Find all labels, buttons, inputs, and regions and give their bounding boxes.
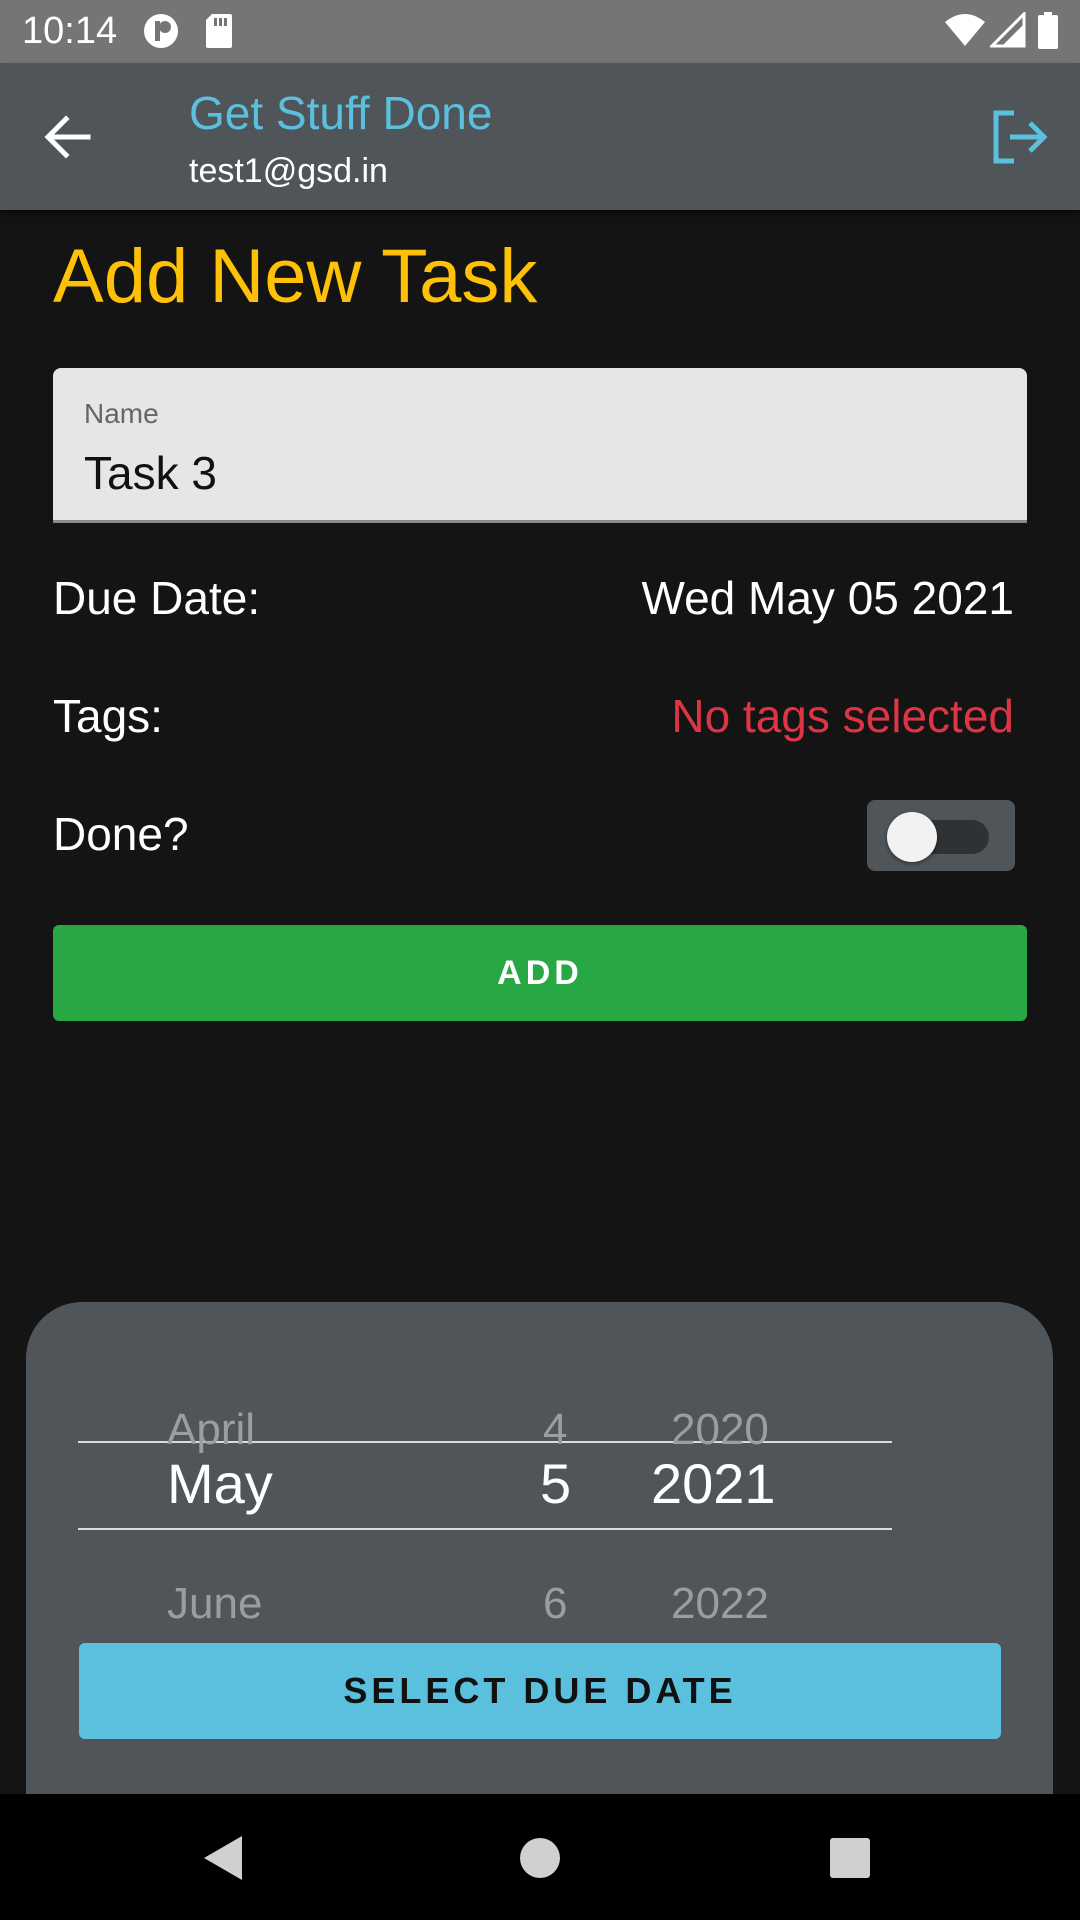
picker-divider-bottom [78,1528,892,1530]
due-date-value[interactable]: Wed May 05 2021 [642,570,1015,626]
status-time: 10:14 [22,10,118,52]
back-button[interactable] [34,103,102,171]
notification-icon [142,12,180,55]
picker-month-prev[interactable]: April [167,1400,255,1460]
name-value[interactable]: Task 3 [84,446,217,500]
signal-icon [988,10,1026,53]
picker-day-next[interactable]: 6 [543,1574,567,1634]
logout-button[interactable] [986,103,1054,171]
sd-card-icon [204,12,234,55]
picker-year-prev[interactable]: 2020 [671,1400,769,1460]
nav-home-button[interactable] [506,1824,574,1892]
circle-home-icon [520,1838,560,1878]
toggle-knob [887,812,937,862]
screen: 10:14 Get Stuff Done test1@gsd.in Add Ne… [0,0,1080,1920]
logout-icon [993,110,1048,164]
name-input[interactable]: Name Task 3 [53,368,1027,523]
tags-value[interactable]: No tags selected [671,688,1014,744]
picker-month-next[interactable]: June [167,1574,262,1634]
square-recents-icon [830,1838,870,1878]
app-bar: Get Stuff Done test1@gsd.in [0,63,1080,210]
navigation-bar [0,1794,1080,1920]
user-email: test1@gsd.in [189,152,388,190]
battery-icon [1037,12,1059,55]
select-due-date-button[interactable]: SELECT DUE DATE [79,1643,1001,1739]
picker-day-selected[interactable]: 5 [540,1454,571,1514]
picker-year-selected[interactable]: 2021 [651,1454,776,1514]
nav-back-button[interactable] [190,1824,258,1892]
tags-label: Tags: [53,690,163,742]
done-toggle[interactable] [867,800,1015,871]
wifi-icon [944,12,986,53]
add-button[interactable]: ADD [53,925,1027,1021]
done-label: Done? [53,808,189,860]
picker-month-selected[interactable]: May [167,1454,273,1514]
nav-recents-button[interactable] [816,1824,884,1892]
status-bar: 10:14 [0,0,1080,63]
picker-year-next[interactable]: 2022 [671,1574,769,1634]
back-arrow-icon [44,115,91,159]
triangle-back-icon [204,1836,242,1880]
due-date-label: Due Date: [53,572,261,624]
name-label: Name [84,398,159,429]
picker-day-prev[interactable]: 4 [543,1400,567,1460]
page-title: Add New Task [53,234,538,319]
app-title: Get Stuff Done [189,87,493,139]
